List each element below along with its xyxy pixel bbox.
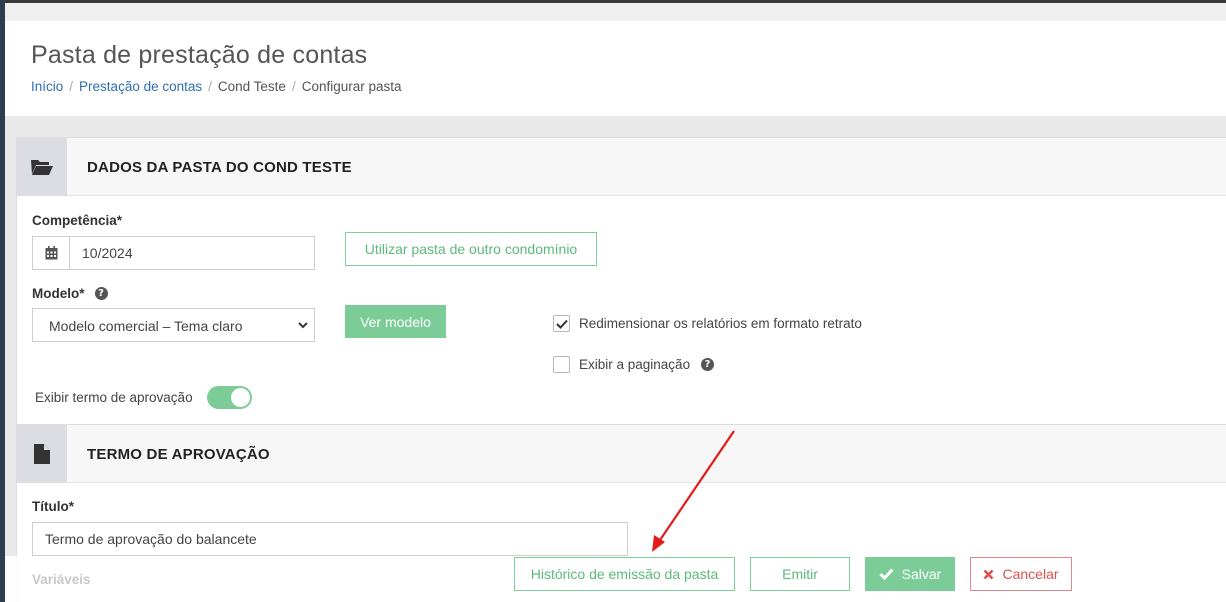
breadcrumb-accounts[interactable]: Prestação de contas (79, 79, 202, 94)
breadcrumb-current: Configurar pasta (301, 79, 402, 94)
competencia-label: Competência* (32, 213, 123, 228)
cancel-button-label: Cancelar (1002, 566, 1059, 582)
section-title: DADOS DA PASTA DO COND TESTE (87, 159, 352, 176)
use-other-condo-folder-button[interactable]: Utilizar pasta de outro condomínio (345, 232, 597, 266)
approval-toggle-row: Exibir termo de aprovação (35, 386, 252, 409)
help-icon[interactable]: ? (701, 358, 715, 371)
help-icon[interactable]: ? (94, 287, 108, 300)
pagination-checkbox[interactable] (553, 356, 570, 373)
titulo-label: Título* (32, 499, 74, 514)
breadcrumb: Início / Prestação de contas / Cond Test… (31, 79, 402, 94)
competencia-field[interactable]: 10/2024 (32, 236, 315, 270)
breadcrumb-separator: / (69, 79, 74, 94)
page-title: Pasta de prestação de contas (31, 41, 368, 69)
competencia-value[interactable]: 10/2024 (70, 237, 133, 269)
modelo-select[interactable]: Modelo comercial – Tema claro (32, 308, 315, 342)
cancel-button[interactable]: Cancelar (970, 557, 1072, 591)
breadcrumb-separator: / (291, 79, 296, 94)
pagination-checkbox-row[interactable]: Exibir a paginação ? (553, 356, 715, 373)
check-icon (879, 568, 894, 580)
section-title: TERMO DE APROVAÇÃO (87, 446, 270, 463)
resize-checkbox-label: Redimensionar os relatórios em formato r… (579, 316, 862, 331)
emit-button[interactable]: Emitir (750, 557, 850, 591)
view-model-button[interactable]: Ver modelo (345, 305, 446, 338)
toggle-knob (230, 388, 250, 407)
modelo-label: Modelo* (32, 286, 85, 301)
modelo-label-row: Modelo* ? (32, 286, 108, 301)
breadcrumb-condo: Cond Teste (217, 79, 286, 94)
calendar-icon[interactable] (33, 237, 70, 269)
modelo-select-value: Modelo comercial – Tema claro (49, 318, 243, 334)
variaveis-label: Variáveis (32, 572, 91, 587)
approval-toggle[interactable] (206, 386, 252, 409)
section-header-approval-term: TERMO DE APROVAÇÃO (16, 424, 1226, 483)
titulo-input[interactable]: Termo de aprovação do balancete (32, 522, 628, 556)
resize-checkbox[interactable] (553, 315, 570, 332)
section-header-folder-data: DADOS DA PASTA DO COND TESTE (16, 137, 1226, 196)
close-icon (983, 569, 994, 580)
resize-checkbox-row[interactable]: Redimensionar os relatórios em formato r… (553, 315, 862, 332)
save-button-label: Salvar (901, 566, 942, 582)
page-header: Pasta de prestação de contas Início / Pr… (5, 21, 1226, 116)
approval-toggle-label: Exibir termo de aprovação (35, 390, 193, 405)
breadcrumb-separator: / (208, 79, 212, 94)
breadcrumb-home[interactable]: Início (31, 79, 63, 94)
file-icon (16, 425, 67, 483)
chevron-down-icon (298, 322, 308, 329)
check-icon (555, 319, 568, 329)
save-button[interactable]: Salvar (865, 557, 955, 591)
pagination-checkbox-label: Exibir a paginação (579, 357, 691, 372)
folder-open-icon (16, 138, 67, 196)
emission-history-button[interactable]: Histórico de emissão da pasta (514, 557, 735, 591)
top-bar (5, 3, 1226, 21)
